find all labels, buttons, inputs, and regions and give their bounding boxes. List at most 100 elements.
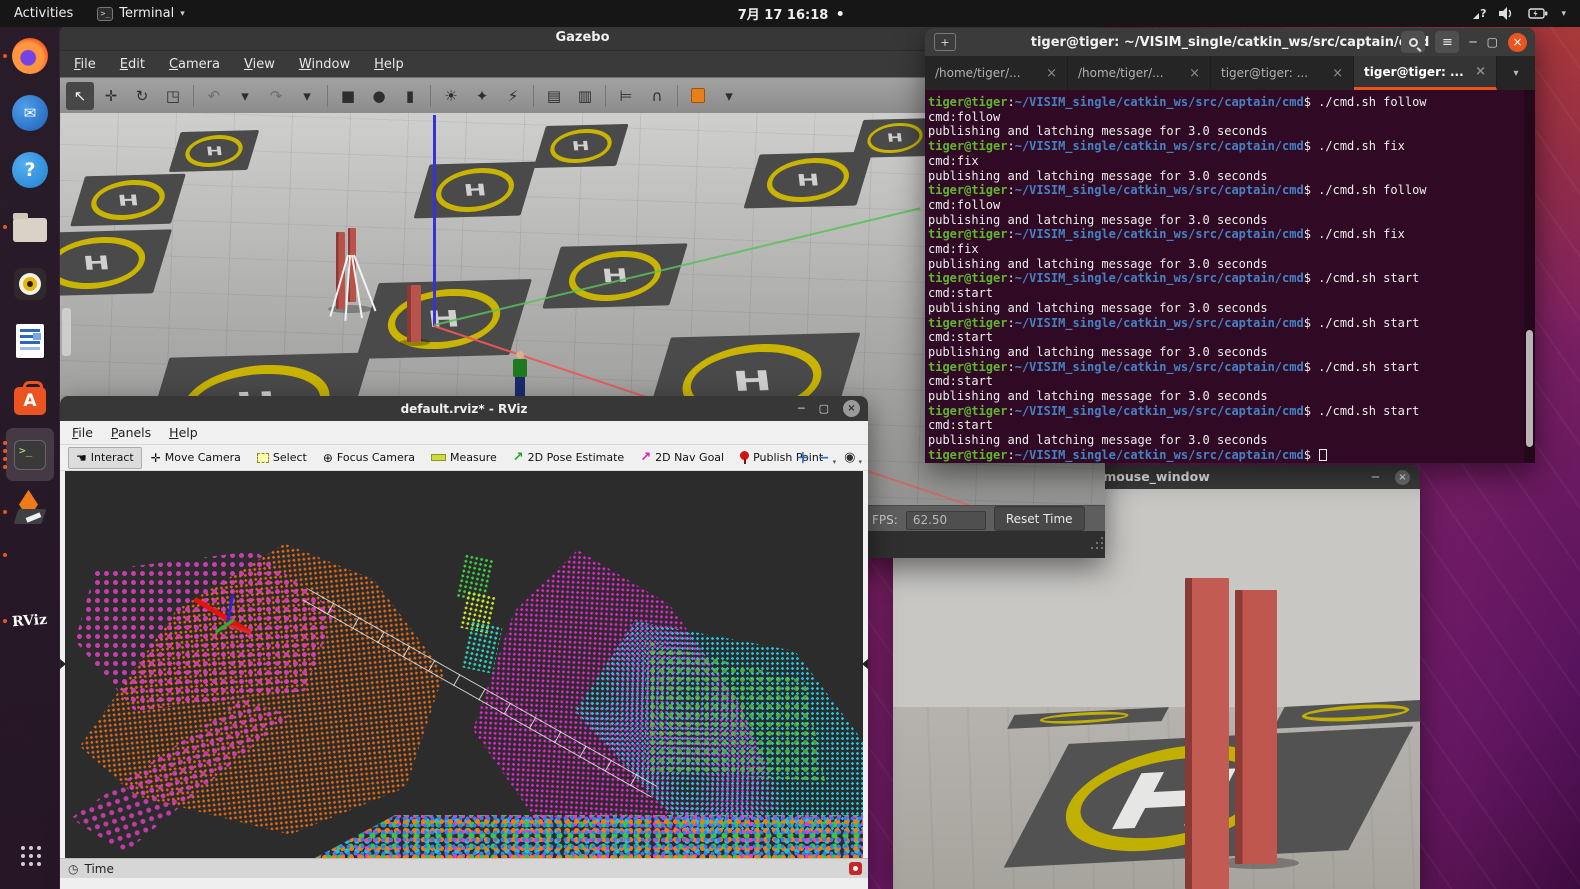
app-menu-button[interactable]: >_ Terminal ▾: [87, 0, 194, 27]
tool-select[interactable]: Select: [250, 448, 314, 467]
menu-file[interactable]: File: [74, 57, 96, 72]
paste-button[interactable]: ▥: [571, 82, 599, 110]
tool-label: 2D Pose Estimate: [528, 451, 625, 464]
gazebo-side-panel-handle[interactable]: [62, 308, 71, 356]
tool-measure[interactable]: Measure: [424, 448, 504, 467]
tab-close-icon[interactable]: ×: [1332, 66, 1343, 81]
terminal-tab-4[interactable]: tiger@tiger: ...×: [1354, 56, 1497, 90]
menu-edit[interactable]: Edit: [120, 57, 145, 72]
chevron-down-icon[interactable]: ▾: [858, 458, 862, 466]
resize-grip[interactable]: [1091, 547, 1093, 549]
insert-box-tool[interactable]: ■: [334, 82, 362, 110]
chevron-down-icon[interactable]: ▾: [833, 458, 837, 466]
maximize-button[interactable]: ▢: [819, 402, 829, 415]
edit-model-caret-icon[interactable]: ▾: [715, 82, 743, 110]
right-panel-toggle-icon[interactable]: [862, 659, 868, 669]
select-box-icon: [257, 453, 269, 463]
dock-item-files[interactable]: [0, 198, 60, 255]
menu-help[interactable]: Help: [374, 57, 404, 72]
terminal-titlebar[interactable]: + tiger@tiger: ~/VISIM_single/catkin_ws/…: [925, 28, 1535, 56]
dock-item-show-applications[interactable]: [0, 826, 60, 883]
insert-sphere-tool[interactable]: ●: [365, 82, 393, 110]
terminal-tab-2[interactable]: /home/tiger/...×: [1068, 56, 1211, 90]
rviz-3d-viewport[interactable]: [65, 471, 863, 858]
close-button[interactable]: ×: [843, 400, 860, 417]
terminal-latch-line: publishing and latching message for 3.0 …: [928, 169, 1533, 184]
maximize-button[interactable]: ▢: [1487, 35, 1498, 49]
terminal-tab-1[interactable]: /home/tiger/...×: [925, 56, 1068, 90]
time-panel-close-button[interactable]: [849, 862, 862, 875]
menu-view[interactable]: View: [244, 57, 275, 72]
terminal-prompt-line: tiger@tiger:~/VISIM_single/catkin_ws/src…: [928, 271, 1533, 286]
tool-2d-pose-estimate[interactable]: ↗2D Pose Estimate: [506, 447, 631, 468]
prompt-user: tiger@tiger: [928, 183, 1007, 197]
dock-item-help[interactable]: ?: [0, 141, 60, 198]
menu-help[interactable]: Help: [169, 425, 198, 440]
menu-panels[interactable]: Panels: [111, 425, 151, 440]
select-arrow-tool[interactable]: ↖: [66, 82, 94, 110]
snap-tool[interactable]: ∩: [643, 82, 671, 110]
dock-item-terminal[interactable]: >_: [0, 426, 60, 483]
camera-view-button[interactable]: ◉: [844, 450, 855, 465]
undo-caret-icon[interactable]: ▾: [231, 82, 259, 110]
tool-move-camera[interactable]: ✛Move Camera: [144, 448, 248, 468]
directional-light-tool[interactable]: ⚡: [499, 82, 527, 110]
dock-item-ubuntu-software[interactable]: A: [0, 369, 60, 426]
tab-close-icon[interactable]: ×: [1475, 64, 1486, 79]
tab-close-icon[interactable]: ×: [1189, 66, 1200, 81]
new-tab-button[interactable]: +: [934, 33, 956, 51]
redo-caret-icon[interactable]: ▾: [293, 82, 321, 110]
dock-item-libreoffice-writer[interactable]: [0, 312, 60, 369]
clock-icon: ◷: [68, 862, 78, 876]
prompt-path: ~/VISIM_single/catkin_ws/src/captain/cmd: [1015, 360, 1304, 374]
tab-close-icon[interactable]: ×: [1046, 66, 1057, 81]
edit-model-tool[interactable]: [684, 82, 712, 110]
terminal-tabbar: /home/tiger/...×/home/tiger/...×tiger@ti…: [925, 56, 1535, 90]
scale-tool[interactable]: ◳: [159, 82, 187, 110]
system-tray[interactable]: ? ▾: [1474, 0, 1572, 27]
rviz-menubar: File Panels Help: [60, 421, 868, 445]
menu-file[interactable]: File: [72, 425, 93, 440]
remove-display-button[interactable]: −: [818, 450, 830, 466]
reset-time-button[interactable]: Reset Time: [994, 506, 1085, 531]
tool-interact[interactable]: ☚Interact: [68, 447, 142, 469]
undo-button[interactable]: ↶: [200, 82, 228, 110]
terminal-tab-3[interactable]: tiger@tiger: ...×: [1211, 56, 1354, 90]
rviz-titlebar[interactable]: default.rviz* - RViz ─ ▢ ×: [60, 396, 868, 421]
menu-camera[interactable]: Camera: [169, 57, 220, 72]
point-light-tool[interactable]: ☀: [437, 82, 465, 110]
close-button[interactable]: ×: [1508, 33, 1527, 52]
menu-button[interactable]: ≡: [1435, 31, 1459, 53]
redo-button[interactable]: ↷: [262, 82, 290, 110]
tab-list-dropdown[interactable]: ▾: [1497, 56, 1535, 90]
minimize-button[interactable]: ─: [1372, 470, 1379, 484]
dock-item-gazebo[interactable]: [0, 483, 60, 540]
spot-light-tool[interactable]: ✦: [468, 82, 496, 110]
dock-item-unknown-app[interactable]: [0, 540, 60, 570]
tool-2d-nav-goal[interactable]: ↗2D Nav Goal: [633, 447, 731, 468]
activities-button[interactable]: Activities: [0, 0, 87, 27]
minimize-button[interactable]: ─: [1469, 35, 1476, 49]
left-panel-toggle-icon[interactable]: [60, 659, 66, 669]
search-button[interactable]: [1401, 31, 1425, 53]
menu-window[interactable]: Window: [299, 57, 350, 72]
scrollbar-track[interactable]: [1524, 90, 1535, 463]
prompt-path: ~/VISIM_single/catkin_ws/src/captain/cmd: [1015, 227, 1304, 241]
terminal-output[interactable]: tiger@tiger:~/VISIM_single/catkin_ws/src…: [925, 90, 1535, 463]
align-tool[interactable]: ⊨: [612, 82, 640, 110]
dock-item-firefox[interactable]: [0, 27, 60, 84]
z-axis-line: [433, 115, 436, 326]
tool-focus-camera[interactable]: ⊕Focus Camera: [316, 448, 422, 468]
add-display-button[interactable]: ＋: [796, 448, 810, 468]
copy-button[interactable]: ▤: [540, 82, 568, 110]
clock-button[interactable]: 7月 17 16:18: [738, 0, 843, 27]
dock-item-rviz[interactable]: RViz: [0, 592, 60, 649]
insert-cylinder-tool[interactable]: ▮: [396, 82, 424, 110]
rotate-tool[interactable]: ↻: [128, 82, 156, 110]
close-button[interactable]: ×: [1395, 470, 1410, 485]
dock-item-rhythmbox[interactable]: [0, 255, 60, 312]
translate-tool[interactable]: ✛: [97, 82, 125, 110]
dock-item-thunderbird[interactable]: ✉: [0, 84, 60, 141]
minimize-button[interactable]: ─: [798, 402, 805, 415]
scrollbar-thumb[interactable]: [1526, 330, 1533, 447]
